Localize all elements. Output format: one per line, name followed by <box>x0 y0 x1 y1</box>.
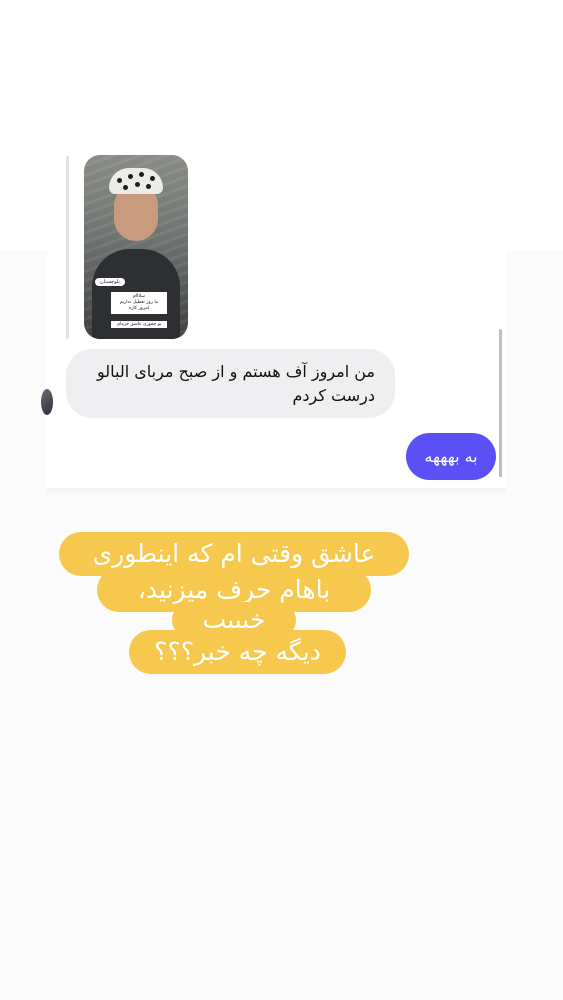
sticker-line-4: دیگه چه خبر؟؟؟ <box>129 630 346 674</box>
outgoing-message-bubble: به بهههه <box>406 433 496 480</box>
story-reply-indicator <box>66 156 69 339</box>
chat-screenshot: بلوچستان سلااام ما روز تعطیل نداریم امرو… <box>47 148 506 492</box>
question-sticker: تو چجوری عاشق خرمای <box>111 321 167 328</box>
thumbnail-bandana <box>109 168 163 194</box>
story-caption: سلااام ما روز تعطیل نداریم امروز کاره <box>111 292 167 314</box>
story-thumbnail[interactable]: بلوچستان سلااام ما روز تعطیل نداریم امرو… <box>84 155 188 339</box>
location-sticker: بلوچستان <box>95 278 125 286</box>
scrollbar[interactable] <box>499 329 502 477</box>
incoming-message-bubble: من امروز آف هستم و از صبح مربای البالو د… <box>66 349 395 418</box>
text-sticker: عاشق وقتی ام که اینطوری باهام حرف میزنید… <box>0 530 563 680</box>
sender-avatar <box>41 389 53 415</box>
card-shadow <box>47 488 506 498</box>
